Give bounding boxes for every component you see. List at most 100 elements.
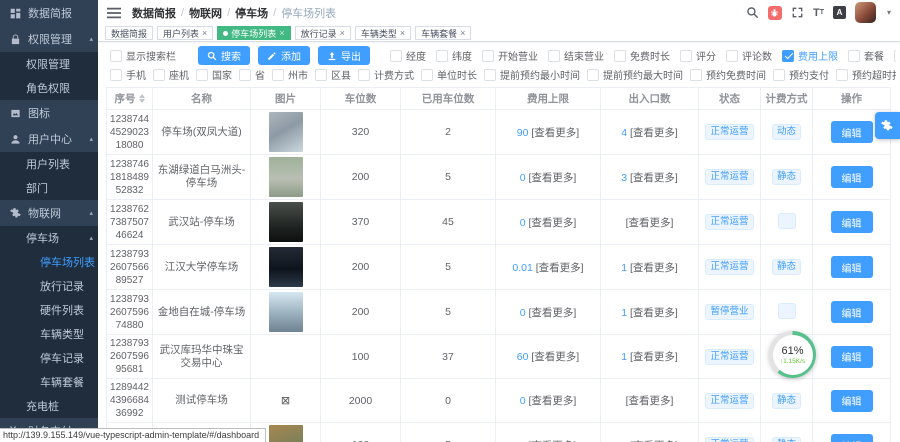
sidebar-item-权限管理[interactable]: 权限管理 xyxy=(0,52,98,76)
filter-checkbox-评论数[interactable]: 评论数 xyxy=(726,48,772,63)
sidebar-item-权限管理[interactable]: 权限管理▴ xyxy=(0,26,98,52)
sidebar-item-图标[interactable]: 图标 xyxy=(0,100,98,126)
view-more-link[interactable]: [查看更多] xyxy=(528,217,576,229)
搜索-button[interactable]: 搜索 xyxy=(198,46,250,65)
sidebar-item-充电桩[interactable]: 充电桩 xyxy=(0,394,98,418)
filter-checkbox-区县[interactable]: 区县 xyxy=(315,67,351,82)
filter-checkbox-评分[interactable]: 评分 xyxy=(680,48,716,63)
filter-checkbox-国家[interactable]: 国家 xyxy=(196,67,232,82)
thumbnail-image[interactable] xyxy=(269,425,303,442)
column-header-状态[interactable]: 状态 xyxy=(699,88,761,110)
filter-checkbox-省[interactable]: 省 xyxy=(239,67,265,82)
view-more-link[interactable]: [查看更多] xyxy=(528,307,576,319)
sidebar-item-停车记录[interactable]: 停车记录 xyxy=(0,346,98,370)
edit-button[interactable]: 编辑 xyxy=(831,121,873,143)
thumbnail-image[interactable] xyxy=(269,202,303,242)
thumbnail-image[interactable] xyxy=(269,112,303,152)
show-search-bar-checkbox[interactable]: 显示搜索栏 xyxy=(110,48,176,63)
view-more-link[interactable]: [查看更多] xyxy=(630,351,678,363)
view-more-link[interactable]: [查看更多] xyxy=(630,307,678,319)
fullscreen-icon[interactable] xyxy=(791,6,804,19)
lang-select-icon[interactable]: A xyxy=(833,6,846,19)
view-more-link[interactable]: [查看更多] xyxy=(626,217,674,229)
filter-checkbox-州市[interactable]: 州市 xyxy=(272,67,308,82)
column-header-名称[interactable]: 名称 xyxy=(153,88,251,110)
settings-fab[interactable] xyxy=(875,112,900,139)
filter-checkbox-经度[interactable]: 经度 xyxy=(390,48,426,63)
column-header-计费方式[interactable]: 计费方式 xyxy=(761,88,813,110)
sidebar-item-车辆类型[interactable]: 车辆类型 xyxy=(0,322,98,346)
close-icon[interactable]: × xyxy=(202,29,207,38)
error-log-icon[interactable] xyxy=(768,6,782,20)
sidebar-item-部门[interactable]: 部门 xyxy=(0,176,98,200)
sidebar-item-放行记录[interactable]: 放行记录 xyxy=(0,274,98,298)
sidebar-item-用户中心[interactable]: 用户中心▴ xyxy=(0,126,98,152)
filter-checkbox-预约超时扣费[interactable]: 预约超时扣费 xyxy=(836,67,896,82)
view-more-link[interactable]: [查看更多] xyxy=(630,127,678,139)
tab-用户列表[interactable]: 用户列表× xyxy=(157,26,213,40)
column-header-已用车位数[interactable]: 已用车位数 xyxy=(401,88,496,110)
filter-checkbox-提前预约最小时间[interactable]: 提前预约最小时间 xyxy=(484,67,580,82)
size-select-icon[interactable]: TT xyxy=(813,7,824,19)
edit-button[interactable]: 编辑 xyxy=(831,166,873,188)
thumbnail-image[interactable] xyxy=(269,292,303,332)
avatar[interactable] xyxy=(855,2,876,23)
sidebar-item-硬件列表[interactable]: 硬件列表 xyxy=(0,298,98,322)
filter-checkbox-单位时长[interactable]: 单位时长 xyxy=(421,67,477,82)
column-header-出入口数[interactable]: 出入口数 xyxy=(601,88,699,110)
caret-down-icon[interactable]: ▾ xyxy=(887,8,891,17)
view-more-link[interactable]: [查看更多] xyxy=(536,262,584,274)
search-icon[interactable] xyxy=(746,6,759,19)
column-header-序号[interactable]: 序号 xyxy=(107,88,153,110)
column-header-车位数[interactable]: 车位数 xyxy=(321,88,401,110)
sidebar-item-停车场[interactable]: 停车场▴ xyxy=(0,226,98,250)
edit-button[interactable]: 编辑 xyxy=(831,256,873,278)
sidebar-item-用户列表[interactable]: 用户列表 xyxy=(0,152,98,176)
filter-checkbox-纬度[interactable]: 纬度 xyxy=(436,48,472,63)
导出-button[interactable]: 导出 xyxy=(318,46,370,65)
thumbnail-image[interactable] xyxy=(269,157,303,197)
filter-checkbox-预约免费时间[interactable]: 预约免费时间 xyxy=(690,67,766,82)
sort-asc-icon[interactable] xyxy=(139,94,145,98)
thumbnail-image[interactable] xyxy=(269,247,303,287)
column-header-图片[interactable]: 图片 xyxy=(251,88,321,110)
close-icon[interactable]: × xyxy=(400,29,405,38)
filter-checkbox-开始营业[interactable]: 开始营业 xyxy=(482,48,538,63)
breadcrumb-item[interactable]: 数据简报 xyxy=(132,5,176,21)
filter-checkbox-提前预约最大时间[interactable]: 提前预约最大时间 xyxy=(587,67,683,82)
sort-desc-icon[interactable] xyxy=(139,99,145,103)
filter-checkbox-结束营业[interactable]: 结束营业 xyxy=(548,48,604,63)
sidebar-item-车辆套餐[interactable]: 车辆套餐 xyxy=(0,370,98,394)
breadcrumb-item[interactable]: 物联网 xyxy=(189,5,222,21)
column-header-操作[interactable]: 操作 xyxy=(813,88,891,110)
sidebar-item-数据简报[interactable]: 数据简报 xyxy=(0,0,98,26)
tab-停车场列表[interactable]: 停车场列表× xyxy=(217,26,290,40)
view-more-link[interactable]: [查看更多] xyxy=(528,172,576,184)
sidebar-item-停车场列表[interactable]: 停车场列表 xyxy=(0,250,98,274)
close-icon[interactable]: × xyxy=(279,29,284,38)
column-header-费用上限[interactable]: 费用上限 xyxy=(496,88,601,110)
filter-checkbox-手机[interactable]: 手机 xyxy=(110,67,146,82)
filter-checkbox-费用上限[interactable]: 费用上限 xyxy=(782,48,838,63)
view-more-link[interactable]: [查看更多] xyxy=(630,172,678,184)
filter-checkbox-免费时长[interactable]: 免费时长 xyxy=(614,48,670,63)
close-icon[interactable]: × xyxy=(460,29,465,38)
view-more-link[interactable]: [查看更多] xyxy=(630,262,678,274)
filter-checkbox-套餐[interactable]: 套餐 xyxy=(848,48,884,63)
tab-放行记录[interactable]: 放行记录× xyxy=(295,26,351,40)
edit-button[interactable]: 编辑 xyxy=(831,211,873,233)
edit-button[interactable]: 编辑 xyxy=(831,301,873,323)
view-more-link[interactable]: [查看更多] xyxy=(531,351,579,363)
tab-车辆类型[interactable]: 车辆类型× xyxy=(355,26,411,40)
tab-车辆套餐[interactable]: 车辆套餐× xyxy=(415,26,471,40)
filter-checkbox-计费方式[interactable]: 计费方式 xyxy=(358,67,414,82)
hamburger-icon[interactable] xyxy=(107,7,121,19)
filter-checkbox-地址[interactable]: 地址 xyxy=(894,48,896,63)
sidebar-item-物联网[interactable]: 物联网▴ xyxy=(0,200,98,226)
view-more-link[interactable]: [查看更多] xyxy=(528,395,576,407)
view-more-link[interactable]: [查看更多] xyxy=(626,395,674,407)
edit-button[interactable]: 编辑 xyxy=(831,346,873,368)
tab-数据简报[interactable]: 数据简报 xyxy=(105,26,153,40)
close-icon[interactable]: × xyxy=(340,29,345,38)
filter-checkbox-座机[interactable]: 座机 xyxy=(153,67,189,82)
